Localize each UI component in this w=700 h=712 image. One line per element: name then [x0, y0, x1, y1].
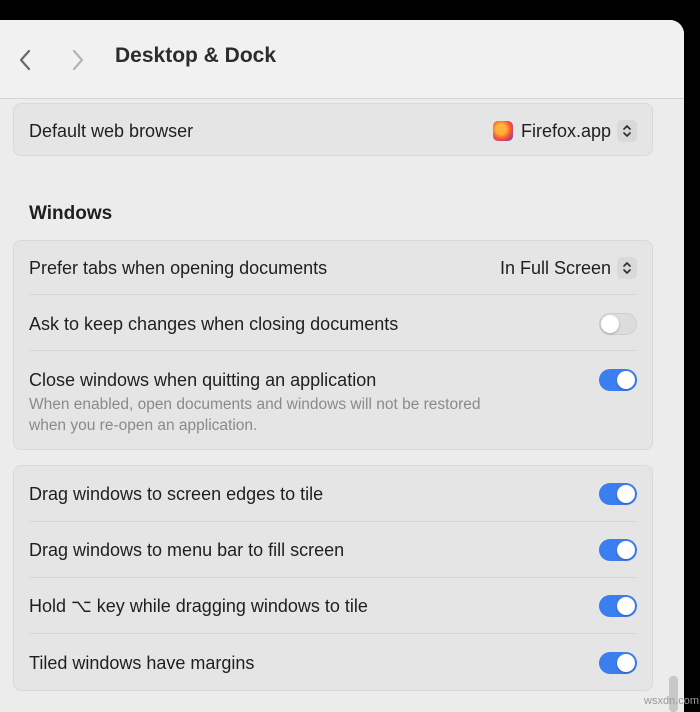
close-windows-description-line2: when you re-open an application. — [29, 417, 258, 434]
tile-edges-label: Drag windows to screen edges to tile — [29, 483, 324, 504]
default-browser-label: Default web browser — [29, 120, 194, 141]
toggle-knob — [617, 541, 635, 559]
watermark: wsxdn.com — [644, 695, 700, 707]
divider — [29, 633, 637, 634]
default-browser-value: Firefox.app — [520, 120, 611, 141]
option-key-tile-row: Hold ⌥ key while dragging windows to til… — [29, 593, 637, 619]
close-windows-row: Close windows when quitting an applicati… — [29, 367, 637, 393]
option-key-tile-label: Hold ⌥ key while dragging windows to til… — [29, 595, 368, 616]
windows-card: Prefer tabs when opening documents In Fu… — [13, 240, 653, 450]
ask-keep-changes-row: Ask to keep changes when closing documen… — [29, 311, 637, 337]
up-down-chevron-icon — [617, 257, 637, 279]
divider — [29, 521, 637, 522]
divider — [29, 350, 637, 351]
close-windows-label: Close windows when quitting an applicati… — [29, 369, 377, 390]
ask-keep-changes-toggle[interactable] — [599, 313, 637, 335]
default-browser-row: Default web browser Firefox.app — [29, 118, 637, 144]
toggle-knob — [601, 315, 619, 333]
tiled-margins-row: Tiled windows have margins — [29, 650, 637, 676]
prefer-tabs-row: Prefer tabs when opening documents In Fu… — [29, 255, 637, 281]
fill-screen-label: Drag windows to menu bar to fill screen — [29, 539, 345, 560]
page-title: Desktop & Dock — [115, 44, 277, 67]
divider — [29, 577, 637, 578]
title-bar: Desktop & Dock — [0, 20, 684, 99]
default-browser-card: Default web browser Firefox.app — [13, 103, 653, 156]
toggle-knob — [617, 597, 635, 615]
close-windows-description-line1: When enabled, open documents and windows… — [29, 396, 481, 413]
tile-edges-row: Drag windows to screen edges to tile — [29, 481, 637, 507]
prefer-tabs-value: In Full Screen — [499, 257, 611, 278]
fill-screen-toggle[interactable] — [599, 539, 637, 561]
ask-keep-changes-label: Ask to keep changes when closing documen… — [29, 313, 399, 334]
settings-window: Desktop & Dock Default web browser Firef… — [0, 20, 684, 712]
windows-section-title: Windows — [29, 203, 113, 224]
tile-edges-toggle[interactable] — [599, 483, 637, 505]
prefer-tabs-popup[interactable]: In Full Screen — [500, 257, 637, 279]
forward-button[interactable] — [66, 42, 90, 78]
toggle-knob — [617, 485, 635, 503]
tiling-card: Drag windows to screen edges to tile Dra… — [13, 465, 653, 691]
back-button[interactable] — [13, 42, 37, 78]
default-browser-popup[interactable]: Firefox.app — [492, 120, 637, 142]
fill-screen-row: Drag windows to menu bar to fill screen — [29, 537, 637, 563]
prefer-tabs-label: Prefer tabs when opening documents — [29, 257, 328, 278]
divider — [29, 294, 637, 295]
toggle-knob — [617, 371, 635, 389]
option-key-tile-toggle[interactable] — [599, 595, 637, 617]
chevron-left-icon — [19, 49, 31, 71]
tiled-margins-toggle[interactable] — [599, 652, 637, 674]
close-windows-toggle[interactable] — [599, 369, 637, 391]
up-down-chevron-icon — [617, 120, 637, 142]
close-windows-description: When enabled, open documents and windows… — [29, 394, 589, 436]
toggle-knob — [617, 654, 635, 672]
firefox-icon — [492, 121, 513, 141]
tiled-margins-label: Tiled windows have margins — [29, 652, 255, 673]
chevron-right-icon — [72, 49, 84, 71]
